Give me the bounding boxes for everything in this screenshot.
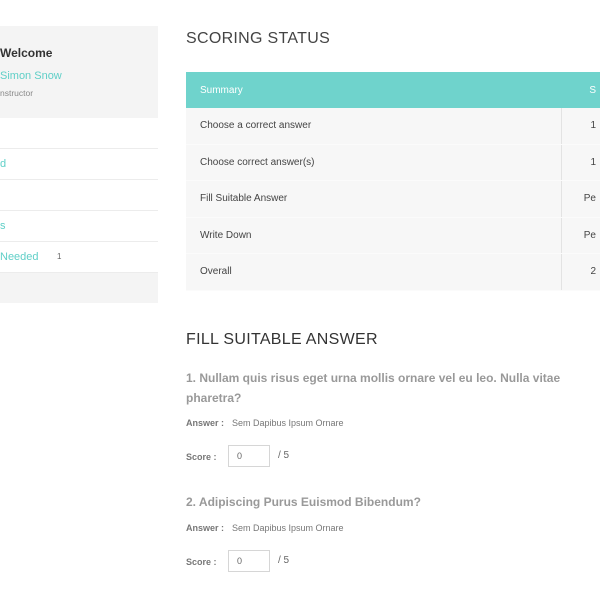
answer-row: Answer : Sem Dapibus Ipsum Ornare — [186, 418, 344, 428]
summary-header: Summary — [186, 72, 562, 108]
user-name-link[interactable]: Simon Snow — [0, 70, 62, 82]
answer-value: Sem Dapibus Ipsum Ornare — [232, 523, 344, 533]
welcome-heading: Welcome — [0, 46, 53, 60]
main-content: SCORING STATUS Summary S Choose a correc… — [186, 0, 600, 600]
row-label: Write Down — [186, 217, 562, 254]
sidebar-item-4[interactable]: s — [0, 211, 158, 242]
row-value: 1 — [561, 108, 600, 145]
answer-label: Answer : — [186, 418, 225, 428]
score-input[interactable] — [228, 445, 270, 467]
answer-row: Answer : Sem Dapibus Ipsum Ornare — [186, 523, 344, 533]
row-value: 2 — [561, 253, 600, 291]
table-header-row: Summary S — [186, 72, 600, 108]
count-badge: 1 — [57, 252, 62, 261]
fill-suitable-answer-title: FILL SUITABLE ANSWER — [186, 331, 378, 348]
row-label: Overall — [186, 253, 562, 291]
sidebar-item-1[interactable] — [0, 118, 158, 149]
question-text: 1. Nullam quis risus eget urna mollis or… — [186, 371, 561, 405]
user-role: nstructor — [0, 88, 34, 98]
row-label: Fill Suitable Answer — [186, 180, 562, 218]
sidebar-item-3[interactable] — [0, 180, 158, 211]
sidebar-item-needed[interactable]: Needed 1 — [0, 242, 158, 273]
table-row: Fill Suitable Answer Pe — [186, 180, 600, 218]
sidebar-item-label: Needed — [0, 251, 39, 263]
row-value: 1 — [561, 144, 600, 181]
scoring-status-title: SCORING STATUS — [186, 30, 331, 47]
sidebar-item-2[interactable]: d — [0, 149, 158, 180]
score-label: Score : — [186, 452, 217, 462]
table-row: Write Down Pe — [186, 217, 600, 254]
score-input[interactable] — [228, 550, 270, 572]
sidebar-item-label: s — [0, 220, 6, 232]
score-max: / 5 — [278, 555, 290, 566]
row-value: Pe — [561, 180, 600, 218]
question-text: 2. Adipiscing Purus Euismod Bibendum? — [186, 495, 421, 509]
score-label: Score : — [186, 557, 217, 567]
answer-label: Answer : — [186, 523, 225, 533]
sidebar: Welcome Simon Snow nstructor d s Needed 1 — [0, 26, 158, 303]
score-header: S — [561, 72, 600, 108]
scoring-table: Summary S Choose a correct answer 1 Choo… — [186, 72, 600, 291]
table-row: Choose a correct answer 1 — [186, 108, 600, 145]
sidebar-item-label: d — [0, 158, 7, 170]
table-row: Overall 2 — [186, 253, 600, 291]
row-value: Pe — [561, 217, 600, 254]
row-label: Choose correct answer(s) — [186, 144, 562, 181]
answer-value: Sem Dapibus Ipsum Ornare — [232, 418, 344, 428]
sidebar-nav: d s Needed 1 — [0, 118, 158, 273]
table-row: Choose correct answer(s) 1 — [186, 144, 600, 181]
score-max: / 5 — [278, 450, 290, 461]
row-label: Choose a correct answer — [186, 108, 562, 145]
